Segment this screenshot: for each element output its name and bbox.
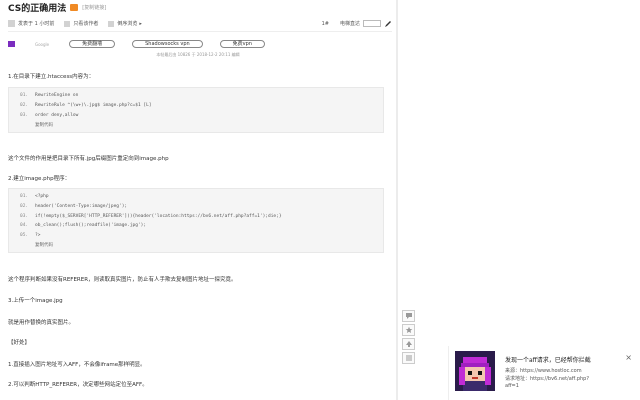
pencil-icon[interactable]: [384, 20, 392, 28]
code-line: 02. RewriteRule ^(\w+)\.jpg$ image.php?c=…: [20, 103, 152, 109]
only-author-link[interactable]: 只看该作者: [73, 20, 98, 27]
floor-number: 1#: [321, 20, 329, 27]
notification-url-tail: aff=1: [505, 383, 519, 389]
pixel-character-icon: [455, 351, 495, 391]
code-line: 01. <?php: [20, 194, 49, 200]
code-line: 01. RewriteEngine on: [20, 93, 79, 99]
paragraph-9: 2.可以判断HTTP_REFERER，决定哪些网站定位至AFF。: [8, 382, 148, 388]
post-meta-row: 发表于 1 小时前 只看该作者 倒序浏览 ▸ 1# 电梯直达: [8, 16, 392, 32]
close-icon[interactable]: ×: [625, 353, 632, 362]
paragraph-1: 1.在目录下建立.htaccess内容为：: [8, 74, 95, 80]
side-toolbar: [402, 310, 416, 364]
copy-code-button[interactable]: 复制代码: [9, 120, 383, 130]
code-line: 02. header('Content-Type:image/jpeg');: [20, 204, 128, 210]
list-button[interactable]: [402, 352, 415, 364]
code-block-1: 01. RewriteEngine on 02. RewriteRule ^(\w+…: [8, 87, 384, 133]
code-line: 03. if(!empty($_SERVER['HTTP_REFERER'])){…: [20, 213, 282, 219]
floor-jump: 1# 电梯直达: [322, 20, 392, 28]
ad-button-1[interactable]: 免费翻墙: [69, 40, 116, 48]
comment-icon: [405, 313, 412, 319]
paragraph-5: 3.上传一个image.jpg: [8, 298, 63, 304]
arrow-up-icon: [405, 341, 412, 347]
notification-avatar: [455, 351, 495, 391]
ad-button-2[interactable]: Shadowsocks vpn: [132, 40, 203, 48]
paragraph-4: 这个程序判断如果没有REFERER，则读取真实图片，防止有人手欺去复制图片地址一…: [8, 277, 237, 283]
back-to-top-button[interactable]: [402, 338, 415, 350]
favorite-button[interactable]: [402, 324, 415, 336]
code-line: 05. ?>: [20, 233, 41, 239]
code-line: 04. ob_clean();flush();readfile('image.jp…: [20, 223, 147, 229]
rss-icon[interactable]: [70, 3, 79, 11]
page: CS的正确用法 [复制链接] 发表于 1 小时前 只看该作者 倒序浏览 ▸ 1#…: [0, 0, 640, 400]
code-line: 03. order deny,allow: [20, 112, 79, 118]
reverse-order-link[interactable]: 倒序浏览: [117, 20, 137, 27]
code-block-2: 01. <?php 02. header('Content-Type:image/j…: [8, 188, 384, 254]
paragraph-6: 就是用作替换的真实图片。: [8, 320, 75, 326]
star-icon: [405, 326, 412, 333]
copy-code-button[interactable]: 复制代码: [9, 240, 383, 250]
notification-source: 来源：https://www.hostloc.com: [505, 368, 582, 374]
reverse-arrow-icon: ▸: [139, 20, 142, 27]
paragraph-7: 【好处】: [8, 340, 31, 346]
checkbox-icon[interactable]: [64, 20, 71, 27]
ad-brand: Google: [35, 41, 50, 47]
notification-url: 请求地址：https://bv6.net/aff.php?: [505, 376, 589, 382]
go-floor-label: 电梯直达: [339, 21, 360, 27]
floor-input[interactable]: [363, 20, 381, 27]
ad-row: Google 免费翻墙 Shadowsocks vpn 免费vpn: [8, 37, 392, 51]
page-title: CS的正确用法: [8, 3, 67, 14]
title-row: CS的正确用法 [复制链接]: [8, 0, 396, 14]
author-avatar-icon: [8, 20, 15, 27]
ad-logo-icon: [8, 41, 15, 47]
notification-toast[interactable]: 发现一个aff请求，已经帮你拦截 来源：https://www.hostloc.…: [448, 346, 638, 400]
right-pane: [398, 0, 640, 400]
paragraph-8: 1.直接插入图片地址写入AFF，不会像iframe那样明显。: [8, 362, 146, 368]
edit-info: 本帖最后由 10826 于 2018-12-2 20:11 编辑: [156, 52, 240, 57]
paragraph-2: 这个文件的作用是把目录下所有.jpg后缀图片重定向到image.php: [8, 156, 169, 162]
paragraph-3: 2.建立image.php程序：: [8, 176, 71, 182]
reply-button[interactable]: [402, 310, 415, 322]
notification-title: 发现一个aff请求，已经帮你拦截: [505, 357, 591, 364]
ad-button-3[interactable]: 免费vpn: [219, 40, 265, 48]
checkbox-icon[interactable]: [108, 20, 115, 27]
post-time: 发表于 1 小时前: [18, 21, 55, 27]
copy-link[interactable]: [复制链接]: [82, 4, 106, 11]
list-icon: [405, 355, 412, 361]
